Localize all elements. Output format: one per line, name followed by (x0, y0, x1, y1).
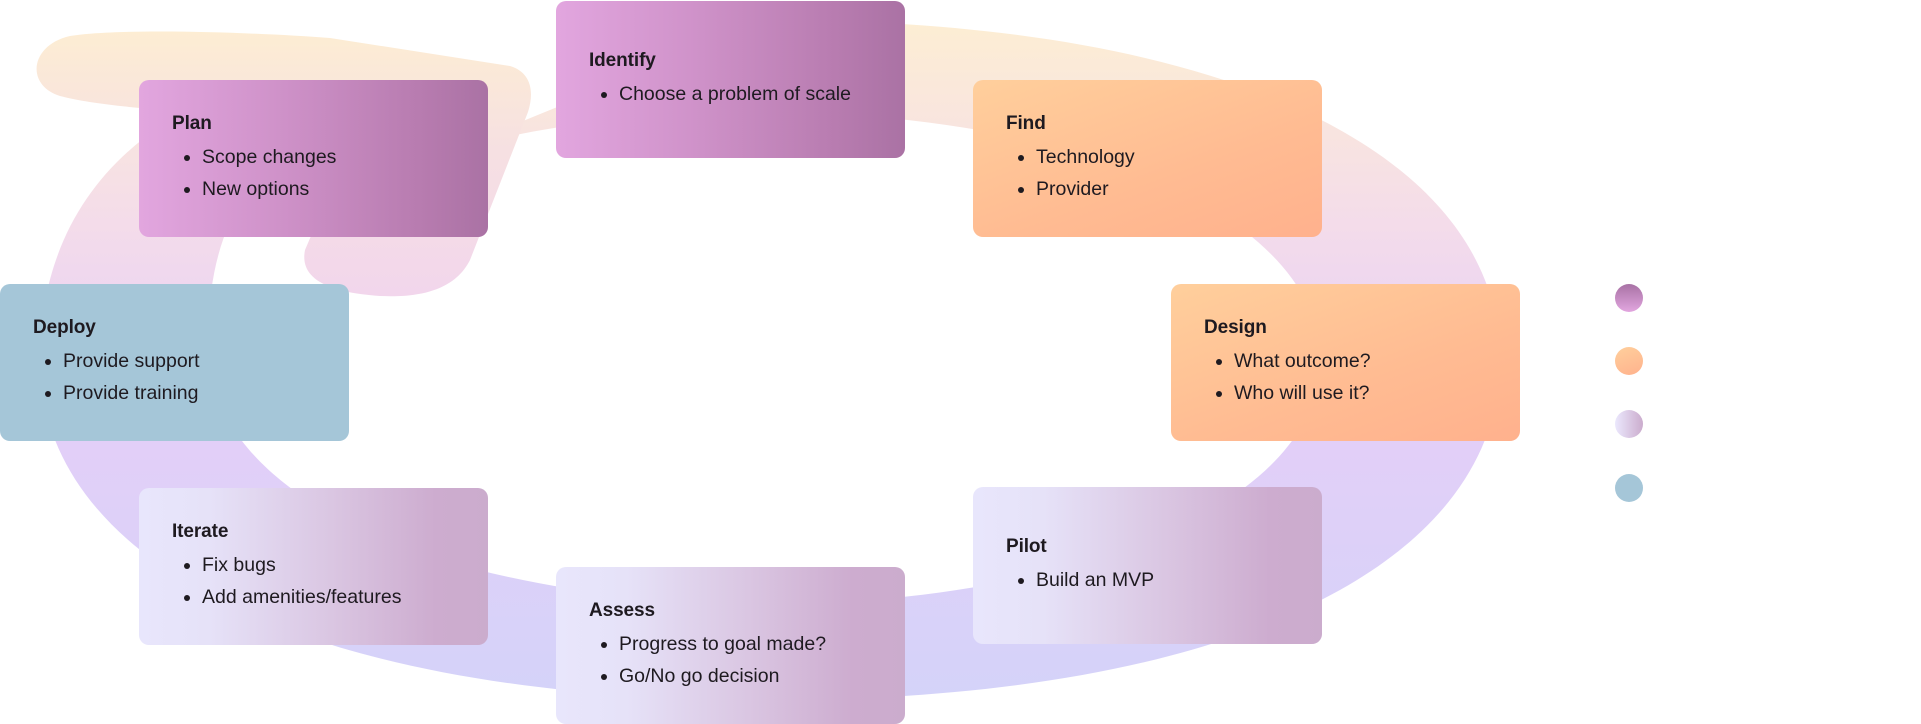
step-bullet: Scope changes (202, 141, 488, 173)
phase-legend: Plan the Phase Design Phase Development … (1615, 266, 1878, 519)
step-bullets: Progress to goal made? Go/No go decision (589, 628, 905, 692)
legend-item-development: Development Phase (1615, 393, 1878, 456)
step-title: Identify (589, 49, 656, 71)
legend-item-plan: Plan the Phase (1615, 266, 1878, 329)
step-card-iterate: Iterate Fix bugs Add amenities/features (139, 488, 488, 645)
legend-label: Support Phase (1669, 474, 1825, 500)
step-bullet: New options (202, 173, 488, 205)
legend-label: Plan the Phase (1669, 284, 1826, 310)
step-card-pilot: Pilot Build an MVP (973, 487, 1322, 644)
step-card-find: Find Technology Provider (973, 80, 1322, 237)
step-bullet: Progress to goal made? (619, 628, 905, 660)
diagram-title: The AI Cycle at Scale (639, 300, 941, 333)
step-bullets: Technology Provider (1006, 141, 1322, 205)
step-card-assess: Assess Progress to goal made? Go/No go d… (556, 567, 905, 724)
step-bullet: Provide support (63, 345, 349, 377)
step-bullet: What outcome? (1234, 345, 1520, 377)
support-phase-swatch-icon (1615, 473, 1643, 502)
step-title: Design (1204, 316, 1267, 338)
step-bullet: Go/No go decision (619, 660, 905, 692)
step-title: Pilot (1006, 535, 1047, 557)
step-title: Find (1006, 112, 1046, 134)
step-bullets: Build an MVP (1006, 564, 1322, 596)
step-bullets: Provide support Provide training (33, 345, 349, 409)
step-bullet: Provide training (63, 377, 349, 409)
legend-item-design: Design Phase (1615, 329, 1878, 392)
step-bullet: Fix bugs (202, 549, 488, 581)
step-bullet: Technology (1036, 141, 1322, 173)
step-bullet: Choose a problem of scale (619, 78, 905, 110)
step-title: Assess (589, 599, 655, 621)
development-phase-swatch-icon (1615, 410, 1643, 439)
legend-label: Development Phase (1669, 411, 1879, 437)
step-title: Plan (172, 112, 212, 134)
plan-phase-swatch-icon (1615, 283, 1643, 312)
step-bullet: Who will use it? (1234, 377, 1520, 409)
step-card-identify: Identify Choose a problem of scale (556, 1, 905, 158)
legend-item-support: Support Phase (1615, 456, 1878, 519)
step-card-deploy: Deploy Provide support Provide training (0, 284, 349, 441)
step-bullets: What outcome? Who will use it? (1204, 345, 1520, 409)
step-bullets: Choose a problem of scale (589, 78, 905, 110)
legend-label: Design Phase (1669, 347, 1814, 373)
step-card-plan: Plan Scope changes New options (139, 80, 488, 237)
step-bullet: Add amenities/features (202, 581, 488, 613)
step-bullets: Fix bugs Add amenities/features (172, 549, 488, 613)
step-card-design: Design What outcome? Who will use it? (1171, 284, 1520, 441)
step-bullet: Provider (1036, 173, 1322, 205)
step-bullets: Scope changes New options (172, 141, 488, 205)
step-title: Deploy (33, 316, 96, 338)
step-title: Iterate (172, 520, 229, 542)
diagram-subtitle: Innovation & Tech Development Lifecycle (573, 395, 957, 418)
step-bullet: Build an MVP (1036, 564, 1322, 596)
design-phase-swatch-icon (1615, 346, 1643, 375)
